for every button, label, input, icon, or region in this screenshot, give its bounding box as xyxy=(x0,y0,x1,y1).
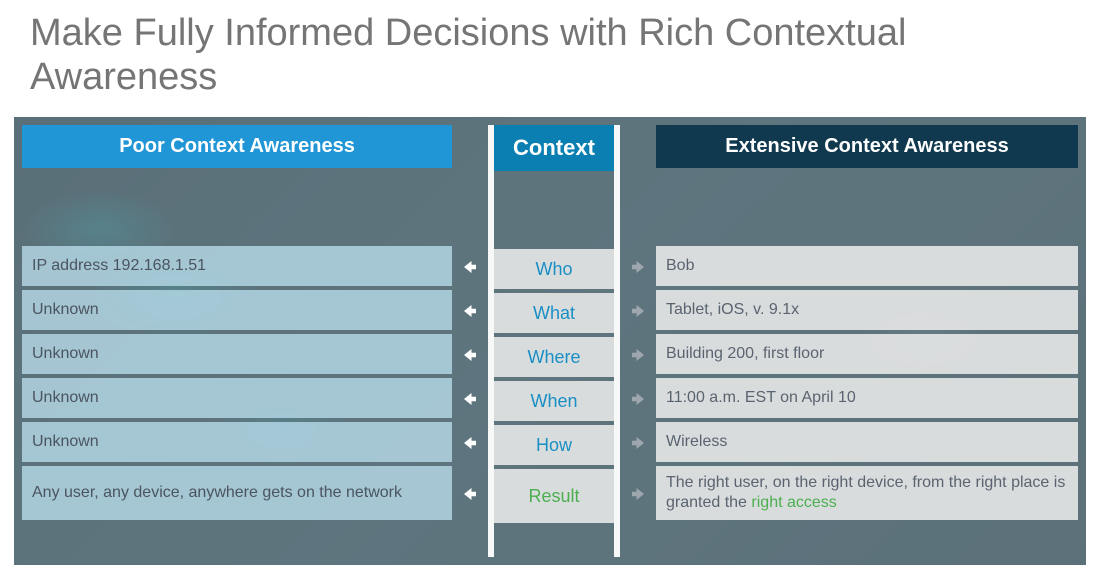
header-poor: Poor Context Awareness xyxy=(22,125,452,168)
arrow-left-icon xyxy=(459,256,481,278)
ext-result-prefix: The right user, on the right device, fro… xyxy=(666,474,1065,511)
arrow-right-icon xyxy=(627,256,649,278)
ext-cell: Building 200, first floor xyxy=(656,334,1078,374)
arrows-right-column xyxy=(620,125,656,557)
context-cell: How xyxy=(494,425,614,465)
context-cell: When xyxy=(494,381,614,421)
column-extensive: Extensive Context Awareness Bob Tablet, … xyxy=(656,125,1078,557)
context-cell: Who xyxy=(494,249,614,289)
column-context: Context Who What Where When How Result xyxy=(494,125,614,557)
ext-result-cell: The right user, on the right device, fro… xyxy=(656,466,1078,520)
arrow-left-icon xyxy=(459,344,481,366)
ext-result-highlight: right access xyxy=(751,494,836,511)
ext-cell: Tablet, iOS, v. 9.1x xyxy=(656,290,1078,330)
arrow-left-icon xyxy=(459,483,481,505)
arrow-right-icon xyxy=(627,388,649,410)
header-extensive: Extensive Context Awareness xyxy=(656,125,1078,168)
arrow-left-icon xyxy=(459,300,481,322)
ext-cell: Bob xyxy=(656,246,1078,286)
arrows-left-column xyxy=(452,125,488,557)
context-diagram: Poor Context Awareness IP address 192.16… xyxy=(14,117,1086,565)
poor-cell: Unknown xyxy=(22,378,452,418)
ext-cell: Wireless xyxy=(656,422,1078,462)
arrow-right-icon xyxy=(627,432,649,454)
arrow-right-icon xyxy=(627,344,649,366)
ext-cell: 11:00 a.m. EST on April 10 xyxy=(656,378,1078,418)
arrow-right-icon xyxy=(627,483,649,505)
slide-title: Make Fully Informed Decisions with Rich … xyxy=(0,0,1100,109)
poor-result-cell: Any user, any device, anywhere gets on t… xyxy=(22,466,452,520)
poor-cell: Unknown xyxy=(22,334,452,374)
context-cell: What xyxy=(494,293,614,333)
arrow-right-icon xyxy=(627,300,649,322)
arrow-left-icon xyxy=(459,388,481,410)
header-context: Context xyxy=(494,125,614,171)
poor-cell: Unknown xyxy=(22,422,452,462)
context-result-cell: Result xyxy=(494,469,614,523)
poor-cell: IP address 192.168.1.51 xyxy=(22,246,452,286)
column-poor: Poor Context Awareness IP address 192.16… xyxy=(22,125,452,557)
context-cell: Where xyxy=(494,337,614,377)
arrow-left-icon xyxy=(459,432,481,454)
poor-cell: Unknown xyxy=(22,290,452,330)
